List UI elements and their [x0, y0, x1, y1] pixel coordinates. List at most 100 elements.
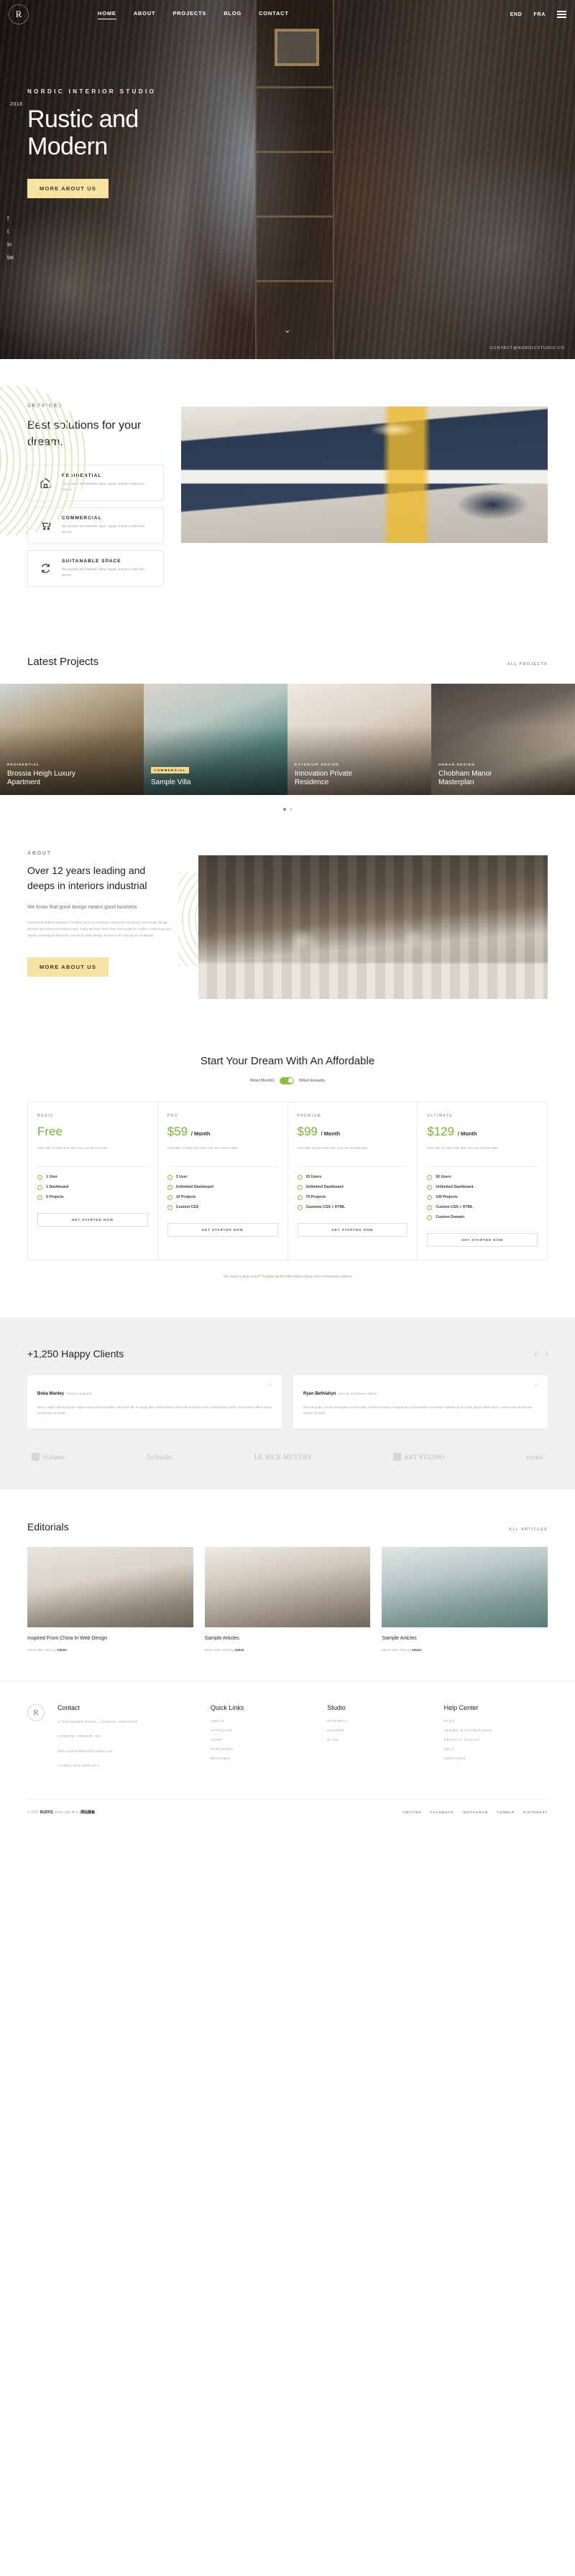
behance-icon[interactable]: be — [7, 254, 14, 261]
plan-desc: Free with 14 days trial, then you can ch… — [427, 1145, 498, 1150]
heart-icon: ❤ — [71, 1810, 75, 1815]
plan-feature-label: Customs CSS + HTML — [305, 1205, 346, 1210]
plan-feature-label: Custom Domain — [436, 1215, 465, 1220]
footer-link[interactable]: SERVICES — [444, 1757, 548, 1761]
testimonial-role: Director at Evidence Manor — [339, 1391, 377, 1395]
all-projects-link[interactable]: ALL PROJECTS — [507, 662, 548, 666]
chevron-down-icon[interactable]: ⌄ — [284, 325, 290, 335]
nav-item-projects[interactable]: PROJECTS — [172, 10, 206, 19]
about-subtitle: We know that good design means good busi… — [27, 904, 137, 910]
footer-link[interactable]: PROJECT — [327, 1720, 431, 1724]
plan-feature-label: Custom CSS + HTML — [436, 1205, 473, 1210]
chevron-right-icon[interactable]: › — [546, 1350, 548, 1357]
footer-phone[interactable]: (+0084) 912-3548-073 — [58, 1763, 198, 1770]
plan-cta-button[interactable]: GET STARTED NOW — [37, 1212, 148, 1227]
carousel-dots[interactable] — [0, 795, 575, 811]
social-instagram[interactable]: INSTAGRAM — [463, 1810, 489, 1814]
editorials-section: Editorials ALL ARTICLES Inspired From Ch… — [0, 1489, 575, 1680]
social-pinterest[interactable]: PINTEREST — [523, 1810, 548, 1814]
plan-cta-button[interactable]: GET STARTED NOW — [167, 1222, 278, 1237]
project-card[interactable]: URBAN DESIGN Chobham Manor Masterplan — [431, 683, 575, 795]
site-logo[interactable]: R — [9, 4, 29, 24]
hero-year-label: 2018 — [10, 102, 23, 107]
article-card[interactable]: Sample Articles March 25th, 2023 by Admi… — [382, 1547, 548, 1652]
chevron-left-icon[interactable]: ‹ — [535, 1350, 537, 1357]
recycle-icon — [37, 562, 54, 575]
plan-price: $99 / Month — [298, 1125, 408, 1139]
landing-page: R HOME ABOUT PROJECTS BLOG CONTACT END F… — [0, 0, 575, 1828]
footer-contact-column: Contact 17 PRINCESS ROAD, LONDON, GREATE… — [58, 1704, 198, 1770]
pricing-plan-premium: PREMIUM $99 / Month Free with 14 days tr… — [288, 1102, 418, 1260]
plan-feature-label: 1 Dashboard — [46, 1185, 69, 1190]
footer-link[interactable]: AFFILIATE — [211, 1729, 314, 1733]
plan-period: / Month — [190, 1130, 211, 1137]
billing-annual-label: Billed Annually — [299, 1078, 326, 1083]
footer-link[interactable]: REVIEWS — [211, 1757, 314, 1761]
pricing-note-tail: for information about more enterprise op… — [280, 1274, 352, 1279]
plan-feature-label: Unlimited Dashboard — [305, 1185, 344, 1190]
facebook-icon[interactable]: f — [7, 215, 14, 222]
pricing-note: You have a large team? Contact us for in… — [0, 1275, 575, 1279]
nav-item-home[interactable]: HOME — [98, 10, 116, 19]
article-card[interactable]: Inspired From China In Web Design March … — [27, 1547, 193, 1652]
plan-feature: ✓ 50 Users — [427, 1174, 538, 1180]
plan-tier: BASIC — [37, 1113, 54, 1118]
lang-switch-end[interactable]: END — [510, 12, 523, 17]
social-facebook[interactable]: FACEBOOK — [431, 1810, 454, 1814]
article-card[interactable]: Sample Articles March 25th, 2023 by Admi… — [204, 1547, 371, 1652]
brand-logo: cronit — [526, 1453, 543, 1461]
top-right-controls: END FRA — [510, 11, 566, 18]
all-articles-link[interactable]: ALL ARTICLES — [509, 1528, 548, 1532]
footer-link[interactable]: PARTNERS — [211, 1748, 314, 1752]
footer-logo[interactable]: R — [27, 1703, 45, 1721]
project-card[interactable]: COMMERCIAL Sample Villa — [144, 683, 288, 795]
plan-cta-button[interactable]: GET STARTED NOW — [427, 1232, 538, 1247]
footer-studio-column: Studio PROJECT CAREER BLOG — [327, 1704, 431, 1770]
footer-quick-links-column: Quick Links ABOUT AFFILIATE SHOP PARTNER… — [211, 1704, 314, 1770]
projects-title: Latest Projects — [27, 655, 99, 668]
footer-link[interactable]: ABOUT — [211, 1720, 314, 1724]
check-icon: ✓ — [37, 1194, 42, 1200]
footer-link[interactable]: TERMS & CONDITIONS — [444, 1729, 548, 1733]
article-by: by — [230, 1647, 234, 1652]
footer-link[interactable]: SHOP — [211, 1739, 314, 1742]
footer-heading: Contact — [58, 1703, 80, 1711]
footer-link[interactable]: CAREER — [327, 1729, 431, 1733]
hero-contact-email[interactable]: CONTACT@NORDICSTUDIO.CO — [489, 346, 565, 350]
hamburger-icon[interactable] — [557, 11, 566, 18]
plan-tier: PREMIUM — [297, 1113, 321, 1118]
footer-link[interactable]: BLOG — [327, 1739, 431, 1742]
article-date: March 25th, 2023 — [382, 1647, 407, 1652]
nav-item-about[interactable]: ABOUT — [134, 10, 156, 19]
service-card-suitanable-space[interactable]: SUITANABLE SPACE We provide all material… — [27, 549, 164, 587]
linkedin-icon[interactable]: in — [7, 241, 14, 248]
plan-feature-label: 1 User — [46, 1175, 58, 1180]
footer-email[interactable]: HELLO@NORDICSTUDIO.CO — [58, 1749, 198, 1756]
check-icon: ✓ — [427, 1204, 433, 1210]
plan-cta-button[interactable]: GET STARTED NOW — [297, 1222, 408, 1237]
nav-item-contact[interactable]: CONTACT — [259, 10, 289, 19]
project-card[interactable]: EXTERIOR DESIGN Innovation Private Resid… — [288, 683, 431, 795]
footer-link[interactable]: HELP — [444, 1748, 548, 1752]
nav-item-blog[interactable]: BLOG — [224, 10, 242, 19]
social-tumblr[interactable]: TUMBLR — [497, 1810, 515, 1814]
footer-address-line1: 17 PRINCESS ROAD, LONDON, GREATER — [58, 1720, 138, 1724]
pricing-contact-link[interactable]: Contact us — [262, 1275, 279, 1279]
hero-picture-frame-decor — [275, 29, 319, 66]
testimonial-card: ” Boba Manley Director at Spotify We've m… — [27, 1375, 282, 1429]
hero-more-about-button[interactable]: MORE ABOUT US — [27, 179, 109, 199]
plan-price: $59 / Month — [167, 1125, 278, 1139]
billing-toggle[interactable] — [280, 1077, 295, 1084]
social-twitter[interactable]: TWITTER — [402, 1810, 422, 1814]
billing-monthly-label: Billed Monthly — [249, 1078, 275, 1083]
footer-link[interactable]: FAQS — [444, 1720, 548, 1724]
article-meta: March 25th, 2023 by Admin — [382, 1648, 548, 1652]
project-card[interactable]: RESIDENTIAL Brossia Heigh Luxury Apartme… — [0, 683, 144, 795]
pricing-note-text: You have a large team? — [223, 1274, 262, 1279]
twitter-icon[interactable]: t — [7, 228, 14, 235]
copyright-author[interactable]: 网站模板 — [80, 1810, 95, 1815]
lang-switch-fra[interactable]: FRA — [534, 12, 546, 17]
footer-link[interactable]: PRIVACY POLICY — [444, 1739, 548, 1742]
top-navigation-bar: R HOME ABOUT PROJECTS BLOG CONTACT END F… — [0, 0, 575, 29]
about-more-button[interactable]: MORE ABOUT US — [27, 957, 109, 977]
